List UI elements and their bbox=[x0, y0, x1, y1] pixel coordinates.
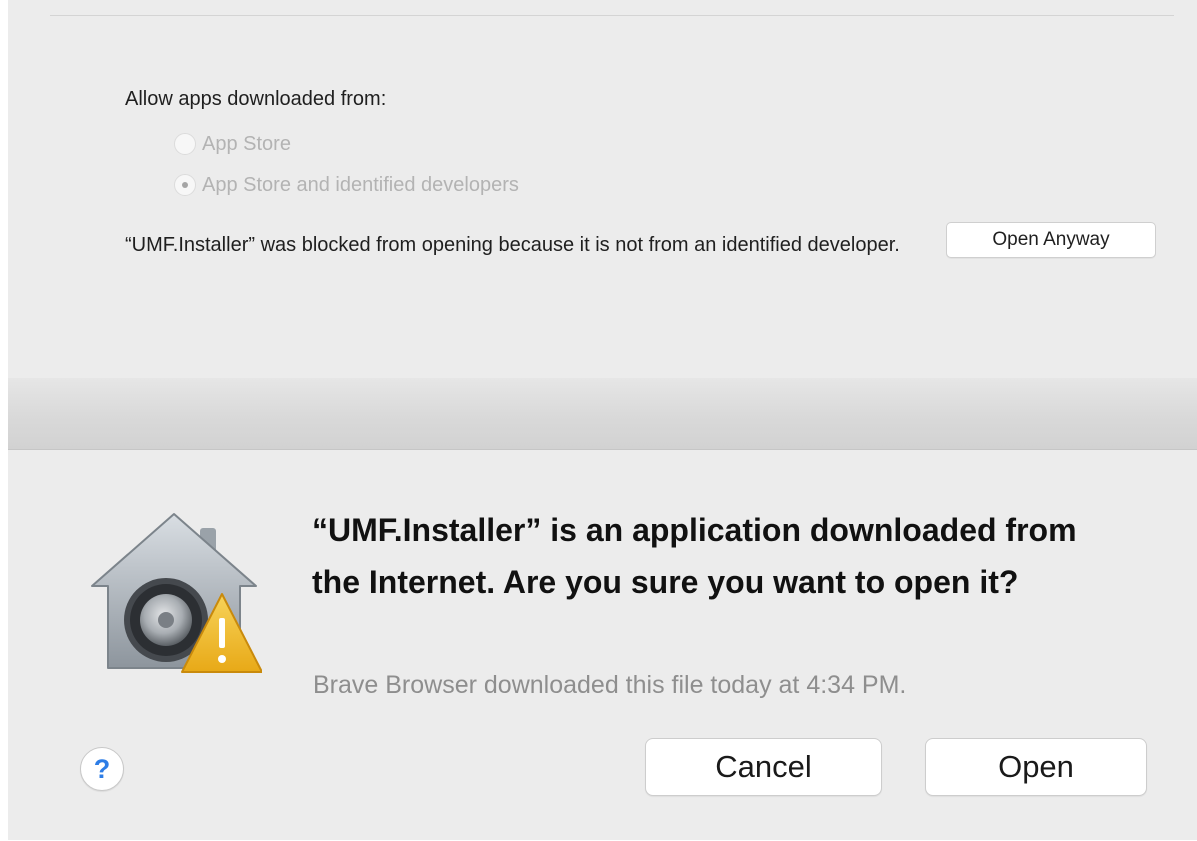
section-divider bbox=[50, 15, 1174, 16]
open-anyway-button[interactable]: Open Anyway bbox=[946, 222, 1156, 258]
help-button[interactable]: ? bbox=[80, 747, 124, 791]
radio-label-app-store-identified: App Store and identified developers bbox=[202, 173, 519, 196]
security-privacy-pane: Allow apps downloaded from: App Store Ap… bbox=[8, 0, 1197, 378]
radio-option-app-store[interactable]: App Store bbox=[174, 129, 291, 159]
radio-selected-dot bbox=[182, 182, 188, 188]
cancel-button[interactable]: Cancel bbox=[645, 738, 882, 796]
gatekeeper-house-lock-warning-icon bbox=[91, 513, 262, 673]
open-button[interactable]: Open bbox=[925, 738, 1147, 796]
radio-button-selected[interactable] bbox=[174, 174, 196, 196]
window-separator bbox=[8, 378, 1197, 450]
question-mark-icon: ? bbox=[93, 753, 111, 784]
allow-apps-heading: Allow apps downloaded from: bbox=[125, 88, 387, 110]
dialog-title: “UMF.Installer” is an application downlo… bbox=[312, 512, 1077, 600]
radio-option-app-store-identified[interactable]: App Store and identified developers bbox=[174, 170, 519, 200]
gatekeeper-dialog: “UMF.Installer” is an application downlo… bbox=[8, 450, 1197, 840]
screenshot-stage: Allow apps downloaded from: App Store Ap… bbox=[0, 0, 1197, 841]
blocked-message: “UMF.Installer” was blocked from opening… bbox=[125, 234, 900, 256]
radio-label-app-store: App Store bbox=[202, 132, 291, 155]
dialog-subtitle: Brave Browser downloaded this file today… bbox=[313, 671, 907, 699]
radio-button-unselected[interactable] bbox=[174, 133, 196, 155]
